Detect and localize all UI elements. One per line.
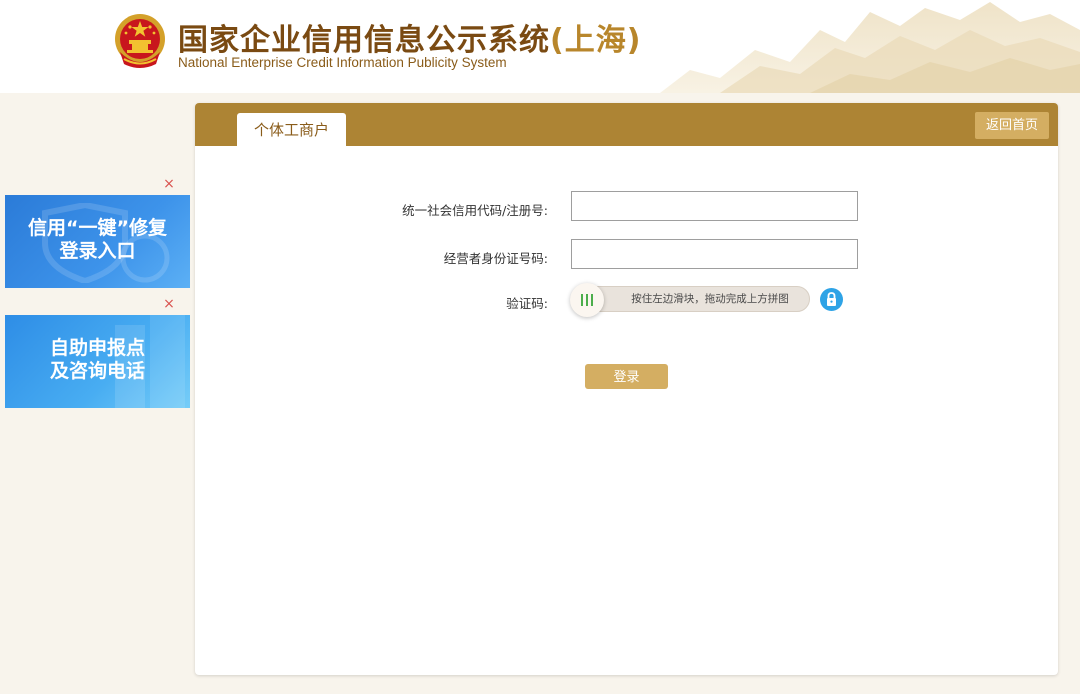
lock-icon[interactable] [820,288,843,311]
operator-id-input[interactable] [571,239,858,269]
credit-code-label: 统一社会信用代码/注册号: [402,203,548,218]
ad2-close-icon[interactable]: × [162,297,176,311]
back-home-button[interactable]: 返回首页 [975,112,1049,139]
ad2-line1: 自助申报点 [49,337,145,359]
slider-hint: 按住左边滑块，拖动完成上方拼图 [631,293,789,305]
panel-header-bar: 个体工商户 返回首页 [195,103,1058,146]
captcha-label: 验证码: [506,296,548,311]
site-title-english: National Enterprise Credit Information P… [178,55,507,70]
mountain-landscape-decoration [660,0,1080,93]
ad1-line2: 登录入口 [59,240,136,262]
captcha-slider-track[interactable]: 按住左边滑块，拖动完成上方拼图 [570,283,810,317]
national-emblem-icon [115,14,165,68]
self-service-declaration-banner[interactable]: 自助申报点 及咨询电话 [5,315,190,408]
tab-individual-business[interactable]: 个体工商户 [237,113,346,146]
login-button[interactable]: 登录 [585,364,668,389]
site-title-text: 国家企业信用信息公示系统 [178,23,550,58]
site-header: 国家企业信用信息公示系统(上海) National Enterprise Cre… [0,0,1080,93]
operator-id-label: 经营者身份证号码: [443,251,548,266]
ad1-line1: 信用“一键”修复 [28,217,167,239]
login-panel: 个体工商户 返回首页 统一社会信用代码/注册号: 经营者身份证号码: 验证码: … [195,103,1058,675]
credit-code-input[interactable] [571,191,858,221]
site-title: 国家企业信用信息公示系统(上海) [178,15,641,59]
ad2-line2: 及咨询电话 [49,360,145,382]
credit-repair-login-banner[interactable]: 信用“一键”修复 登录入口 [5,195,190,288]
ad1-close-icon[interactable]: × [162,177,176,191]
site-title-region: (上海) [550,23,642,58]
slider-handle-icon[interactable] [570,283,604,317]
grip-icon [581,294,593,306]
lock-glyph-icon [827,292,836,306]
